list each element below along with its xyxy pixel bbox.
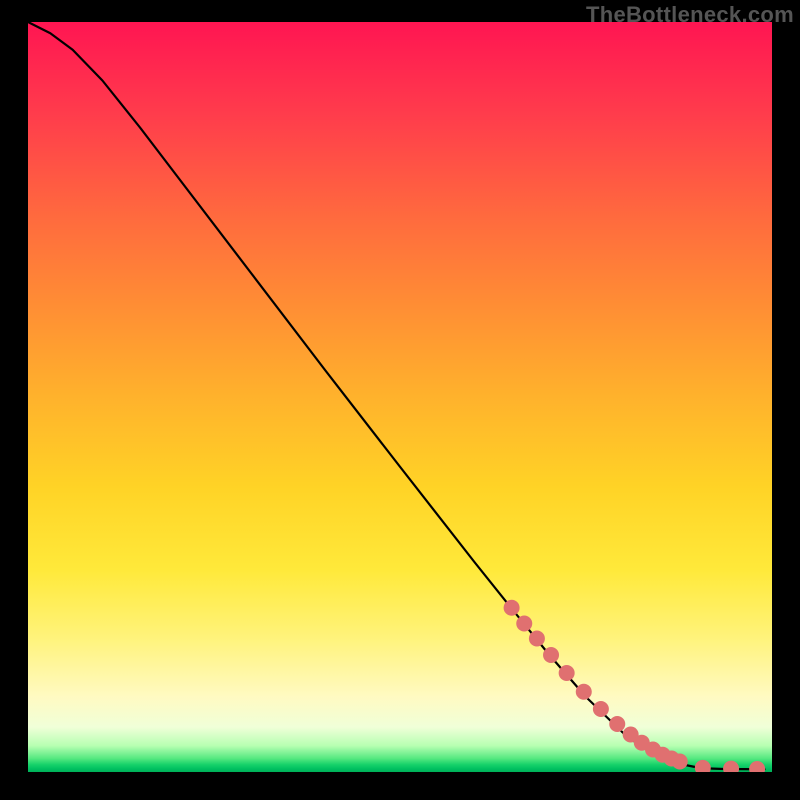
data-dot: [749, 761, 765, 772]
chart-frame: TheBottleneck.com: [0, 0, 800, 800]
data-dot: [723, 761, 739, 772]
data-dot: [695, 760, 711, 772]
data-dot: [516, 616, 532, 632]
data-dot: [559, 665, 575, 681]
data-dot: [576, 684, 592, 700]
data-dot: [672, 754, 688, 770]
data-dot: [593, 701, 609, 717]
chart-svg: [28, 22, 772, 772]
curve-path: [28, 22, 765, 769]
plot-area: [28, 22, 772, 772]
data-dot: [529, 631, 545, 647]
data-dot: [543, 647, 559, 663]
data-dot: [609, 716, 625, 732]
data-dot: [504, 600, 520, 616]
